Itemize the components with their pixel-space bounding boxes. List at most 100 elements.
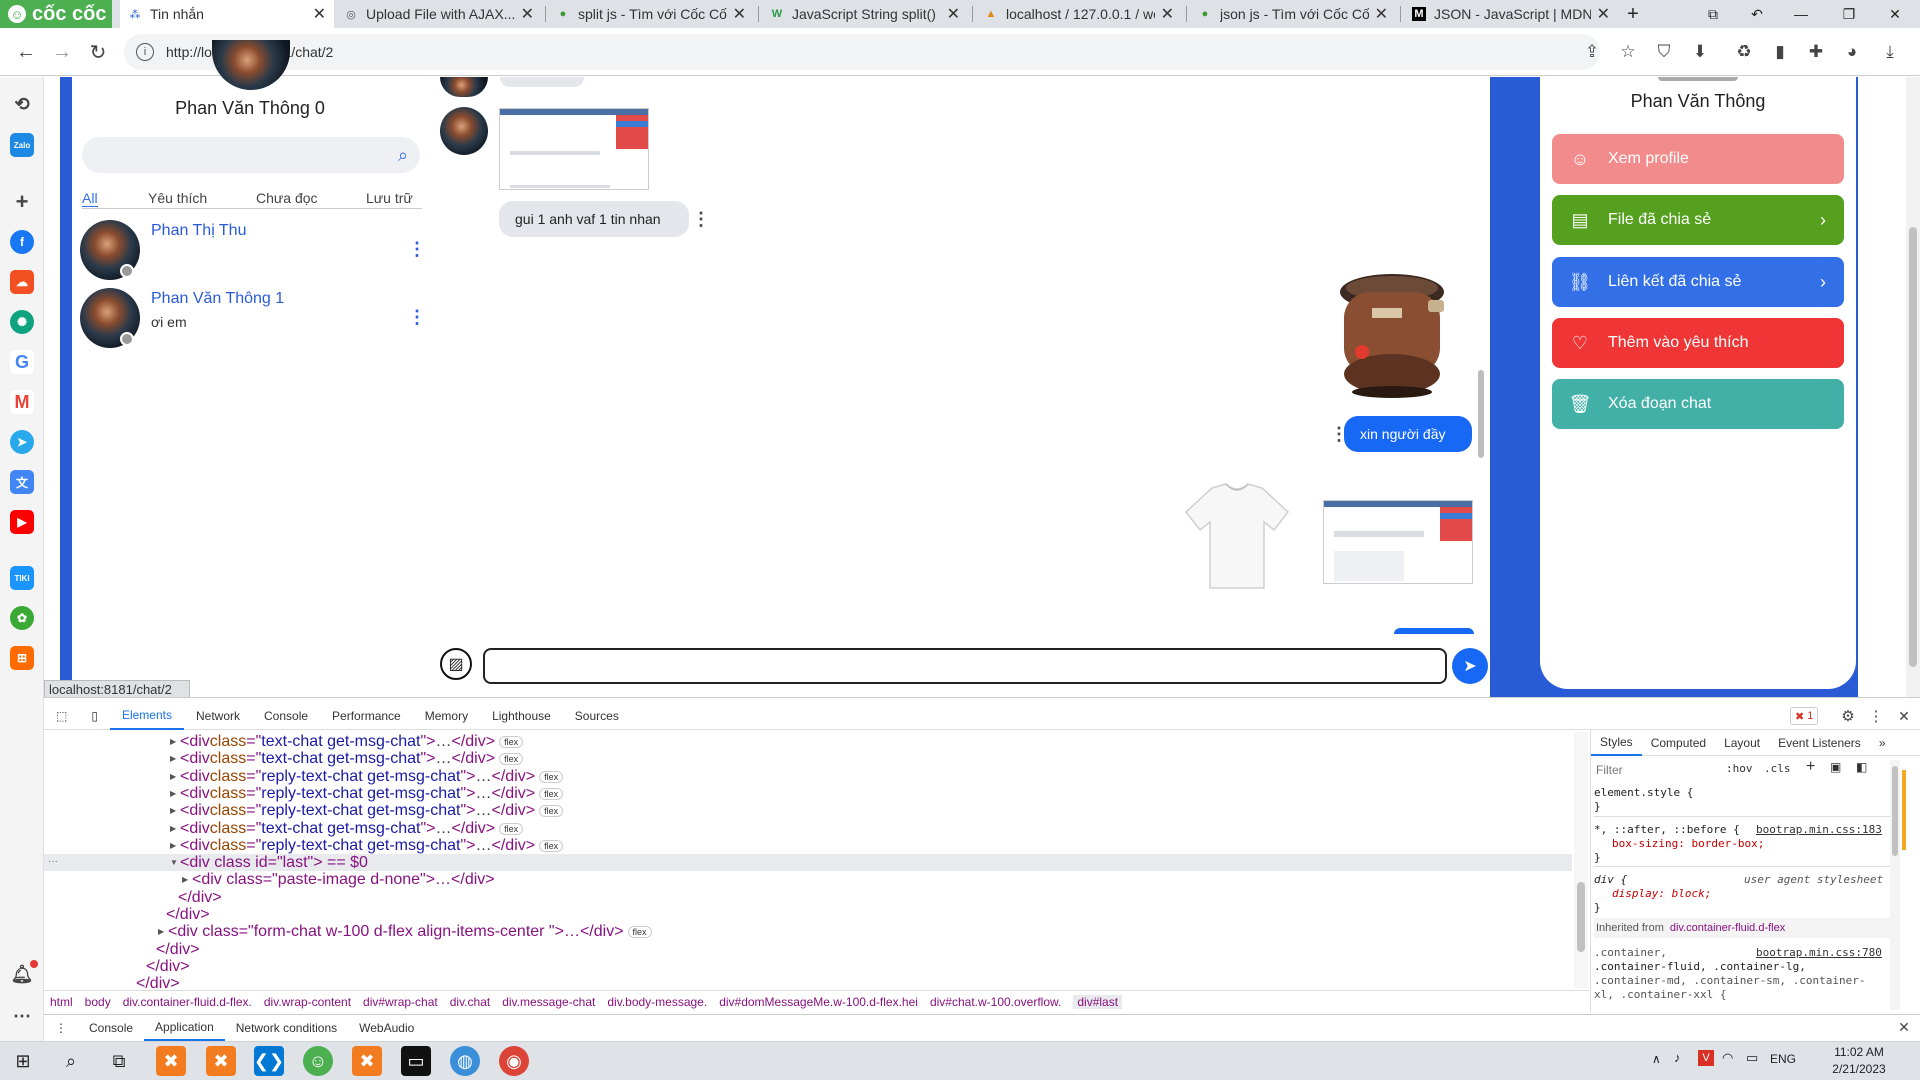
restore-icon[interactable]: ❐: [1828, 0, 1870, 28]
google-translate-icon[interactable]: 文: [10, 470, 34, 494]
close-tab-icon[interactable]: ✕: [313, 4, 326, 24]
soundcloud-icon[interactable]: ☁: [10, 270, 34, 294]
device-toolbar-icon[interactable]: ▯: [79, 702, 110, 730]
message-input[interactable]: [483, 648, 1447, 684]
extensions-puzzle-icon[interactable]: ✚: [1804, 40, 1828, 64]
more-tabs-icon[interactable]: »: [1870, 730, 1895, 756]
style-source-link[interactable]: bootrap.min.css:183: [1756, 823, 1882, 836]
dom-node[interactable]: ▶ <div class="form-chat w-100 d-flex alig…: [158, 923, 652, 940]
tab-performance[interactable]: Performance: [320, 702, 413, 730]
class-toggle[interactable]: .cls: [1764, 762, 1791, 775]
tab-memory[interactable]: Memory: [413, 702, 480, 730]
extension-block-icon[interactable]: ▮: [1768, 40, 1792, 64]
close-tab-icon[interactable]: ✕: [1597, 4, 1610, 24]
site-info-icon[interactable]: i: [136, 43, 154, 61]
close-devtools-icon[interactable]: ✕: [1892, 704, 1916, 728]
tab-json-mdn[interactable]: M JSON - JavaScript | MDN ✕: [1404, 0, 1618, 28]
breadcrumb-item[interactable]: body: [85, 995, 111, 1009]
drawer-tab-network-conditions[interactable]: Network conditions: [225, 1015, 348, 1041]
screenshot-image-incoming[interactable]: [499, 108, 649, 190]
close-tab-icon[interactable]: ✕: [1375, 4, 1388, 24]
minimize-icon[interactable]: —: [1780, 0, 1822, 28]
close-tab-icon[interactable]: ✕: [733, 4, 746, 24]
profile-avatar-icon[interactable]: ◕: [1840, 40, 1864, 64]
filter-tab-unread[interactable]: Chưa đọc: [256, 190, 318, 206]
coccoc-icon[interactable]: ☺: [303, 1046, 333, 1076]
message-menu-icon[interactable]: ⋮: [1330, 425, 1348, 443]
tab-elements[interactable]: Elements: [109, 702, 184, 730]
forward-icon[interactable]: →: [48, 38, 76, 66]
send-icon[interactable]: ➤: [1452, 648, 1488, 684]
close-window-icon[interactable]: ✕: [1874, 0, 1916, 28]
close-drawer-icon[interactable]: ✕: [1892, 1015, 1916, 1039]
contact-menu-icon[interactable]: ⋮: [408, 308, 426, 326]
close-tab-icon[interactable]: ✕: [947, 4, 960, 24]
dom-node[interactable]: ▶ <div class =" reply-text-chat get-msg-cha…: [170, 768, 564, 785]
color-format-icon[interactable]: ▣: [1830, 760, 1841, 774]
drawer-tab-webaudio[interactable]: WebAudio: [348, 1015, 425, 1041]
youtube-icon[interactable]: ▶: [10, 510, 34, 534]
style-source-link[interactable]: bootrap.min.css:780: [1756, 946, 1882, 959]
xampp-icon[interactable]: ✖: [156, 1046, 186, 1076]
filter-tab-favorites[interactable]: Yêu thích: [148, 190, 207, 206]
chrome-icon[interactable]: ◉: [499, 1046, 529, 1076]
inherited-element-link[interactable]: div.container-fluid.d-flex: [1670, 922, 1785, 934]
task-view-icon[interactable]: ⧉: [104, 1046, 134, 1076]
download-arrow-icon[interactable]: ⬇: [1688, 40, 1712, 64]
tab-json-js[interactable]: ● json js - Tìm với Cốc Cốc ✕: [1190, 0, 1396, 28]
clock-time[interactable]: 11:02 AM: [1824, 1045, 1894, 1059]
drawer-tab-application[interactable]: Application: [144, 1015, 225, 1041]
breadcrumb-item[interactable]: div#domMessageMe.w-100.d-flex.hei: [719, 995, 918, 1009]
dom-node[interactable]: ▶ <div class =" reply-text-chat get-msg-cha…: [170, 785, 564, 802]
back-icon[interactable]: ←: [12, 38, 40, 66]
history-back-icon[interactable]: ↶: [1736, 0, 1778, 28]
shopping-icon[interactable]: ⊞: [10, 646, 34, 670]
dom-node-selected[interactable]: ▼ <div class id="last"> == $0: [44, 854, 1572, 871]
dom-node-more-icon[interactable]: ···: [48, 856, 58, 867]
filter-tab-archived[interactable]: Lưu trữ: [366, 190, 413, 206]
breadcrumb-item[interactable]: div.container-fluid.d-flex.: [123, 995, 252, 1009]
breadcrumb-item[interactable]: div#wrap-chat: [363, 995, 438, 1009]
more-options-icon[interactable]: ⋯: [10, 1004, 34, 1028]
zalo-icon[interactable]: Zalo: [10, 133, 34, 157]
telegram-icon[interactable]: ➤: [10, 430, 34, 454]
tab-event-listeners[interactable]: Event Listeners: [1769, 730, 1870, 756]
contact-search-input[interactable]: [82, 137, 420, 173]
google-icon[interactable]: G: [10, 350, 34, 374]
tab-lighthouse[interactable]: Lighthouse: [480, 702, 563, 730]
gmail-icon[interactable]: M: [10, 390, 34, 414]
language-indicator[interactable]: ENG: [1770, 1052, 1796, 1066]
breadcrumb-item[interactable]: div.body-message.: [607, 995, 707, 1009]
rice-cooker-image[interactable]: [1334, 270, 1452, 400]
xampp-icon[interactable]: ✖: [206, 1046, 236, 1076]
breadcrumb-item[interactable]: html: [50, 995, 73, 1009]
tshirt-image[interactable]: [1182, 482, 1292, 592]
search-icon[interactable]: ⌕: [56, 1046, 86, 1076]
add-rule-icon[interactable]: +: [1806, 758, 1815, 776]
facebook-icon[interactable]: f: [10, 230, 34, 254]
new-tab-icon[interactable]: +: [1616, 0, 1650, 28]
styles-scrollbar[interactable]: [1890, 760, 1900, 1010]
dom-node[interactable]: ▶ <div class =" text-chat get-msg-chat ">… </…: [170, 820, 524, 837]
browser-logo[interactable]: ☺ cốc cốc: [0, 0, 112, 28]
tray-chevron-icon[interactable]: ∧: [1652, 1052, 1661, 1066]
styles-filter-input[interactable]: Filter: [1594, 760, 1714, 780]
dom-node[interactable]: ▶ <div class =" reply-text-chat get-msg-cha…: [170, 802, 564, 819]
volume-icon[interactable]: ♪: [1674, 1050, 1681, 1065]
image-upload-icon[interactable]: ▨: [440, 648, 472, 680]
breadcrumb-item[interactable]: div.message-chat: [502, 995, 595, 1009]
tab-sources[interactable]: Sources: [563, 702, 631, 730]
network-app-icon[interactable]: ◍: [450, 1046, 480, 1076]
devtools-more-icon[interactable]: ⋮: [1864, 704, 1888, 728]
dom-node[interactable]: ▶ <div class =" text-chat get-msg-chat ">… </…: [170, 750, 524, 767]
reload-icon[interactable]: ↻: [84, 38, 112, 66]
tab-computed[interactable]: Computed: [1642, 730, 1715, 756]
tab-split-js[interactable]: ● split js - Tìm với Cốc Cốc ✕: [548, 0, 754, 28]
error-count-badge[interactable]: ✖ 1: [1790, 707, 1819, 725]
settings-gear-icon[interactable]: ⚙: [1836, 704, 1860, 728]
tab-layout[interactable]: Layout: [1715, 730, 1769, 756]
recycle-icon[interactable]: ♻: [1732, 40, 1756, 64]
dom-tree-scrollbar[interactable]: [1574, 732, 1588, 988]
tiki-icon[interactable]: TIKI: [10, 566, 34, 590]
windows-start-icon[interactable]: ⊞: [8, 1046, 38, 1076]
